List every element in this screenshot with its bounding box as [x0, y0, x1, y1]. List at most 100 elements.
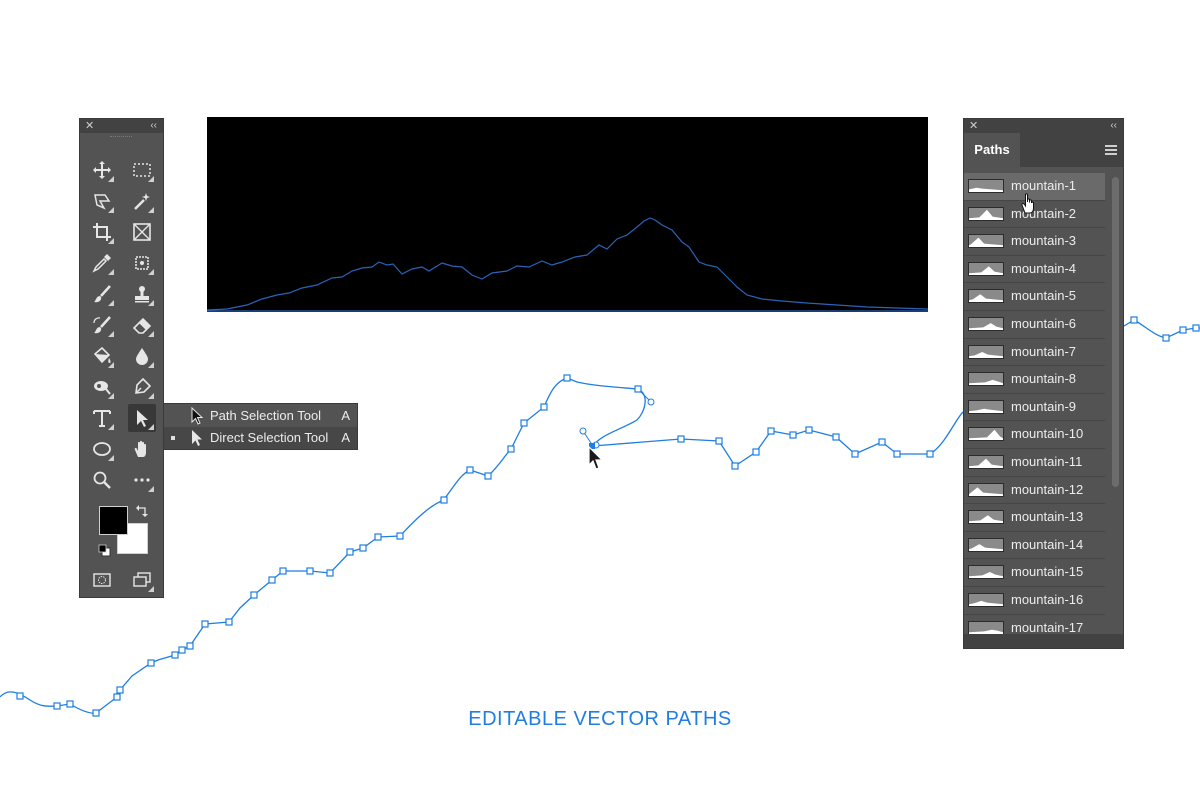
move-tool-icon[interactable]: [88, 156, 116, 184]
anchor-point[interactable]: [832, 433, 840, 441]
anchor-point[interactable]: [851, 450, 859, 458]
bezier-handle[interactable]: [647, 398, 655, 406]
quick-mask-icon[interactable]: [88, 566, 116, 594]
path-item-mountain-3[interactable]: mountain-3: [964, 228, 1105, 256]
tab-paths[interactable]: Paths: [964, 133, 1020, 167]
default-colors-icon[interactable]: [98, 544, 111, 557]
anchor-point[interactable]: [731, 462, 739, 470]
anchor-point[interactable]: [326, 569, 334, 577]
bezier-handle[interactable]: [579, 427, 587, 435]
pen-icon[interactable]: [128, 373, 156, 401]
panel-grip[interactable]: [80, 133, 163, 141]
double-chevron-icon[interactable]: ‹‹: [1110, 119, 1117, 133]
anchor-point[interactable]: [113, 693, 121, 701]
anchor-point[interactable]: [507, 445, 515, 453]
anchor-point[interactable]: [171, 651, 179, 659]
anchor-point[interactable]: [186, 642, 194, 650]
anchor-point[interactable]: [789, 431, 797, 439]
more-tools-icon[interactable]: [128, 466, 156, 494]
path-thumbnail: [968, 179, 1004, 193]
crop-icon[interactable]: [88, 218, 116, 246]
direct-selection-tool-item[interactable]: Direct Selection Tool A: [164, 427, 357, 449]
paths-panel: ✕ ‹‹ Paths mountain-1 mountain-2 mountain-…: [963, 118, 1124, 649]
path-item-mountain-10[interactable]: mountain-10: [964, 421, 1105, 449]
path-item-mountain-7[interactable]: mountain-7: [964, 339, 1105, 367]
magic-wand-icon[interactable]: [128, 187, 156, 215]
path-item-mountain-12[interactable]: mountain-12: [964, 477, 1105, 505]
path-item-mountain-6[interactable]: mountain-6: [964, 311, 1105, 339]
vector-path-right[interactable]: [592, 411, 964, 467]
blur-drop-icon[interactable]: [128, 342, 156, 370]
anchor-point[interactable]: [1130, 316, 1138, 324]
anchor-point[interactable]: [346, 548, 354, 556]
anchor-point[interactable]: [752, 448, 760, 456]
anchor-point[interactable]: [440, 496, 448, 504]
path-item-mountain-13[interactable]: mountain-13: [964, 504, 1105, 532]
anchor-point[interactable]: [805, 426, 813, 434]
anchor-point[interactable]: [225, 618, 233, 626]
anchor-point[interactable]: [677, 435, 685, 443]
paint-bucket-icon[interactable]: [88, 342, 116, 370]
path-item-mountain-4[interactable]: mountain-4: [964, 256, 1105, 284]
anchor-point[interactable]: [926, 450, 934, 458]
anchor-point[interactable]: [563, 374, 571, 382]
anchor-point[interactable]: [540, 403, 548, 411]
double-chevron-icon[interactable]: ‹‹: [150, 119, 157, 133]
paths-scrollbar[interactable]: [1112, 177, 1119, 487]
frame-icon[interactable]: [128, 218, 156, 246]
path-item-mountain-8[interactable]: mountain-8: [964, 366, 1105, 394]
path-item-mountain-16[interactable]: mountain-16: [964, 587, 1105, 615]
anchor-point[interactable]: [359, 544, 367, 552]
eraser-icon[interactable]: [128, 311, 156, 339]
anchor-point[interactable]: [466, 466, 474, 474]
anchor-point[interactable]: [520, 419, 528, 427]
anchor-point[interactable]: [634, 385, 642, 393]
anchor-point[interactable]: [1179, 326, 1187, 334]
anchor-point[interactable]: [306, 567, 314, 575]
anchor-point[interactable]: [16, 692, 24, 700]
hand-icon[interactable]: [128, 435, 156, 463]
path-item-mountain-5[interactable]: mountain-5: [964, 283, 1105, 311]
close-icon[interactable]: ✕: [85, 119, 94, 133]
path-item-mountain-11[interactable]: mountain-11: [964, 449, 1105, 477]
screen-mode-icon[interactable]: [128, 566, 156, 594]
eyedropper-icon[interactable]: [88, 249, 116, 277]
anchor-point[interactable]: [484, 472, 492, 480]
dodge-icon[interactable]: [88, 373, 116, 401]
lasso-icon[interactable]: [88, 187, 116, 215]
history-brush-icon[interactable]: [88, 311, 116, 339]
path-item-mountain-15[interactable]: mountain-15: [964, 559, 1105, 587]
type-icon[interactable]: [88, 404, 116, 432]
foreground-color-swatch[interactable]: [99, 506, 128, 535]
anchor-point[interactable]: [374, 533, 382, 541]
panel-menu-icon[interactable]: [1105, 145, 1117, 155]
path-item-mountain-9[interactable]: mountain-9: [964, 394, 1105, 422]
swap-colors-icon[interactable]: [136, 503, 150, 517]
anchor-point[interactable]: [715, 437, 723, 445]
anchor-point[interactable]: [268, 576, 276, 584]
brush-icon[interactable]: [88, 280, 116, 308]
clone-stamp-icon[interactable]: [128, 280, 156, 308]
rectangular-marquee-icon[interactable]: [128, 156, 156, 184]
anchor-point[interactable]: [279, 567, 287, 575]
anchor-point[interactable]: [1192, 324, 1200, 332]
close-icon[interactable]: ✕: [969, 119, 978, 133]
path-selection-tool-item[interactable]: Path Selection Tool A: [164, 405, 357, 427]
anchor-point[interactable]: [878, 438, 886, 446]
zoom-icon[interactable]: [88, 466, 116, 494]
anchor-point[interactable]: [147, 659, 155, 667]
patch-icon[interactable]: [128, 249, 156, 277]
anchor-point[interactable]: [767, 427, 775, 435]
anchor-point[interactable]: [66, 700, 74, 708]
vector-path-handle[interactable]: [582, 388, 652, 447]
anchor-point[interactable]: [1162, 334, 1170, 342]
direct-selection-icon[interactable]: [128, 404, 156, 432]
anchor-point[interactable]: [396, 532, 404, 540]
anchor-point[interactable]: [893, 450, 901, 458]
anchor-point[interactable]: [116, 686, 124, 694]
ellipse-icon[interactable]: [88, 435, 116, 463]
anchor-point[interactable]: [250, 591, 258, 599]
anchor-point[interactable]: [178, 646, 186, 654]
path-item-mountain-14[interactable]: mountain-14: [964, 532, 1105, 560]
anchor-point[interactable]: [201, 620, 209, 628]
